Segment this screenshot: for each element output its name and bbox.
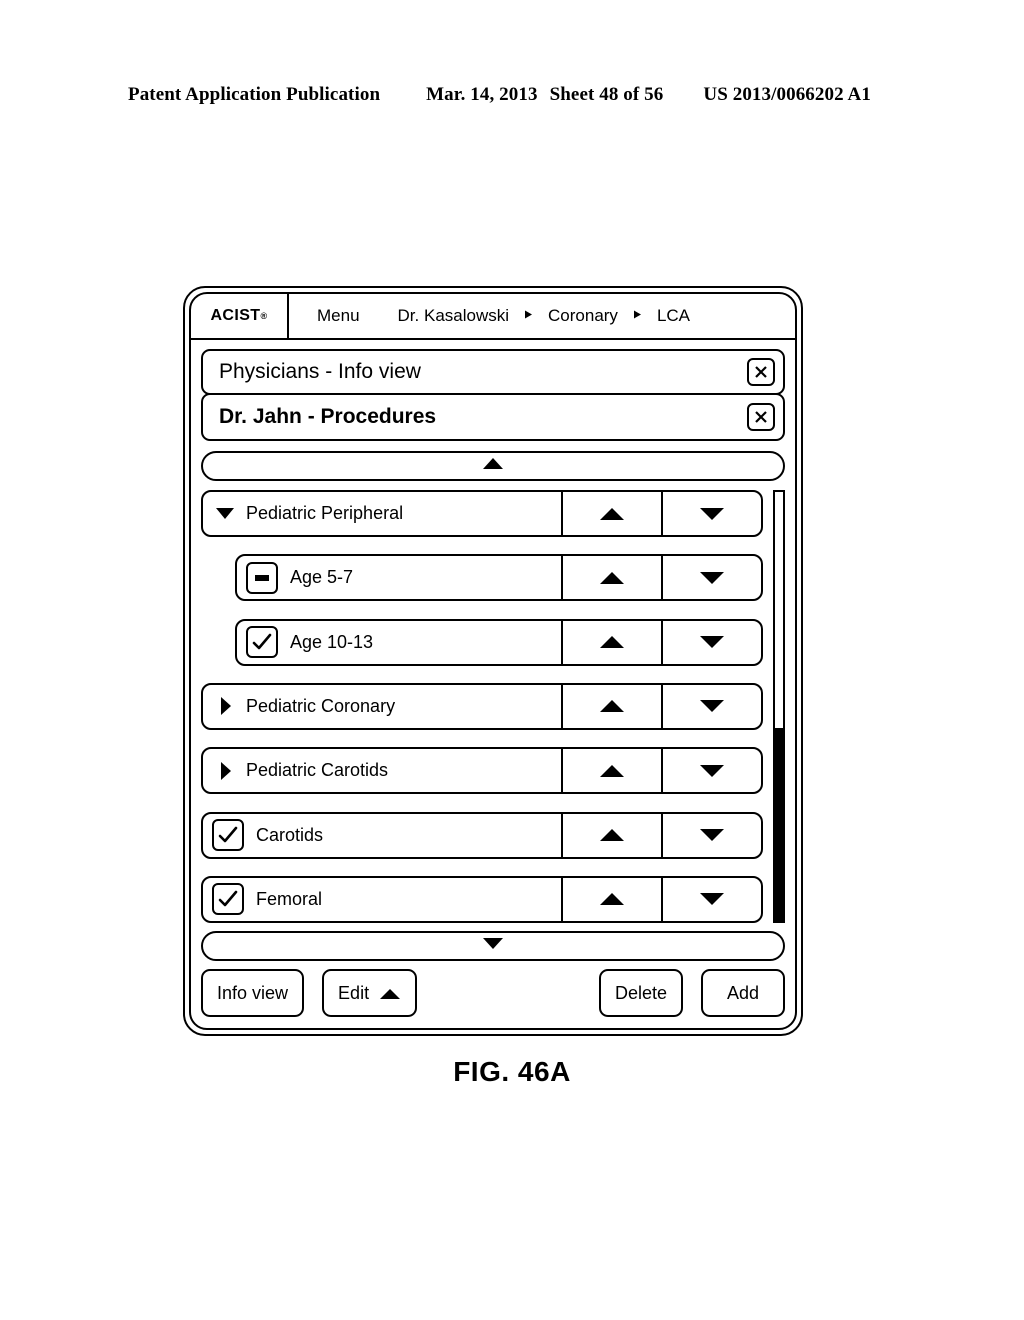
breadcrumb: Menu Dr. Kasalowski Coronary LCA: [289, 306, 795, 326]
move-up-arrow-icon[interactable]: [561, 492, 661, 535]
checkbox-partial-icon[interactable]: [246, 561, 278, 594]
row-label-area[interactable]: Carotids: [203, 814, 561, 857]
table-row[interactable]: Carotids: [201, 811, 763, 859]
table-row[interactable]: Age 10-13: [235, 618, 763, 666]
move-down-arrow-icon[interactable]: [661, 813, 761, 857]
figure-caption: FIG. 46A: [453, 1056, 571, 1087]
move-up-arrow-icon[interactable]: [561, 813, 661, 857]
content-area: Physicians - Info view Dr. Jahn - Proced…: [191, 340, 795, 1028]
edit-button[interactable]: Edit: [322, 969, 418, 1017]
add-button[interactable]: Add: [701, 969, 785, 1017]
checkbox-checked-icon[interactable]: [246, 626, 278, 659]
top-navigation-bar: ACIST ® Menu Dr. Kasalowski Coronary LCA: [191, 294, 795, 340]
patent-page-header: Patent Application Publication Mar. 14, …: [128, 84, 896, 106]
move-down-arrow-icon[interactable]: [661, 877, 761, 921]
move-down-arrow-icon[interactable]: [661, 556, 761, 600]
row-label: Age 10-13: [290, 631, 374, 652]
row-label-area[interactable]: Age 10-13: [237, 621, 561, 664]
table-row[interactable]: Pediatric Coronary: [201, 682, 763, 730]
breadcrumb-arrow-icon: [523, 309, 534, 322]
table-row[interactable]: Pediatric Carotids: [201, 747, 763, 795]
row-label: Age 5-7: [290, 567, 354, 588]
procedure-list-area: Pediatric Peripheral Age 5-7 Age 10-13 P…: [201, 490, 785, 923]
scroll-up-triangle-icon: [482, 457, 504, 475]
menu-button[interactable]: Menu: [317, 306, 360, 326]
close-icon[interactable]: [747, 403, 775, 431]
sheet-number: Sheet 48 of 56: [549, 84, 664, 105]
scrollbar-thumb[interactable]: [775, 727, 783, 921]
table-row[interactable]: Pediatric Peripheral: [201, 490, 763, 537]
scroll-up-bar[interactable]: [201, 451, 785, 481]
brand-text: ACIST: [210, 307, 261, 324]
checkbox-checked-icon[interactable]: [212, 819, 244, 852]
panel-titlebar-procedures: Dr. Jahn - Procedures: [201, 393, 785, 441]
row-label-area[interactable]: Femoral: [203, 878, 561, 921]
move-up-arrow-icon[interactable]: [561, 877, 661, 921]
row-label: Pediatric Coronary: [246, 695, 396, 716]
breadcrumb-item-coronary[interactable]: Coronary: [548, 306, 618, 326]
row-label: Pediatric Carotids: [246, 760, 389, 781]
row-label-area[interactable]: Pediatric Coronary: [203, 685, 561, 728]
patent-number: US 2013/0066202 A1: [703, 84, 871, 105]
expanded-triangle-icon[interactable]: [212, 507, 238, 520]
breadcrumb-arrow-icon: [632, 309, 643, 322]
move-down-arrow-icon[interactable]: [661, 684, 761, 728]
close-icon[interactable]: [747, 358, 775, 386]
publication-label: Patent Application Publication: [128, 84, 381, 105]
scrollbar-track: [775, 492, 783, 728]
row-label-area[interactable]: Pediatric Carotids: [203, 749, 561, 792]
panel-titlebar-physicians: Physicians - Info view: [201, 349, 785, 395]
add-label: Add: [726, 982, 760, 1003]
move-up-arrow-icon[interactable]: [561, 556, 661, 600]
move-down-arrow-icon[interactable]: [661, 620, 761, 664]
scroll-down-triangle-icon: [482, 937, 504, 955]
row-label: Pediatric Peripheral: [246, 503, 404, 523]
collapsed-triangle-icon[interactable]: [212, 696, 238, 716]
row-label: Femoral: [256, 888, 323, 909]
table-row[interactable]: Femoral: [201, 875, 763, 923]
edit-label: Edit: [338, 982, 370, 1003]
panel-title-physicians: Physicians - Info view: [219, 360, 421, 383]
info-view-button[interactable]: Info view: [201, 969, 305, 1017]
row-label-area[interactable]: Pediatric Peripheral: [203, 492, 561, 535]
row-label-area[interactable]: Age 5-7: [237, 556, 561, 599]
move-up-arrow-icon[interactable]: [561, 749, 661, 793]
breadcrumb-item-lca[interactable]: LCA: [657, 306, 690, 326]
move-up-arrow-icon[interactable]: [561, 620, 661, 664]
table-row[interactable]: Age 5-7: [235, 554, 763, 602]
panel-title-procedures: Dr. Jahn - Procedures: [219, 405, 437, 428]
move-down-arrow-icon[interactable]: [661, 749, 761, 793]
device-screen: ACIST ® Menu Dr. Kasalowski Coronary LCA …: [189, 292, 797, 1030]
registered-mark-icon: ®: [260, 311, 268, 321]
delete-button[interactable]: Delete: [598, 969, 683, 1017]
procedure-list: Pediatric Peripheral Age 5-7 Age 10-13 P…: [201, 490, 763, 923]
info-view-label: Info view: [217, 982, 289, 1003]
acist-logo: ACIST ®: [191, 294, 289, 338]
scroll-down-bar[interactable]: [201, 931, 785, 961]
publication-date: Mar. 14, 2013: [426, 84, 538, 105]
breadcrumb-item-physician[interactable]: Dr. Kasalowski: [398, 306, 509, 326]
collapsed-triangle-icon[interactable]: [212, 761, 238, 781]
caret-up-icon: [379, 987, 401, 1000]
move-down-arrow-icon[interactable]: [661, 492, 761, 535]
delete-label: Delete: [614, 982, 667, 1003]
move-up-arrow-icon[interactable]: [561, 684, 661, 728]
device-bezel: ACIST ® Menu Dr. Kasalowski Coronary LCA …: [183, 286, 803, 1036]
checkbox-checked-icon[interactable]: [212, 883, 244, 916]
row-label: Carotids: [256, 824, 324, 845]
vertical-scrollbar[interactable]: [773, 490, 785, 923]
footer-toolbar: Info view Edit Delete Add: [201, 969, 785, 1019]
